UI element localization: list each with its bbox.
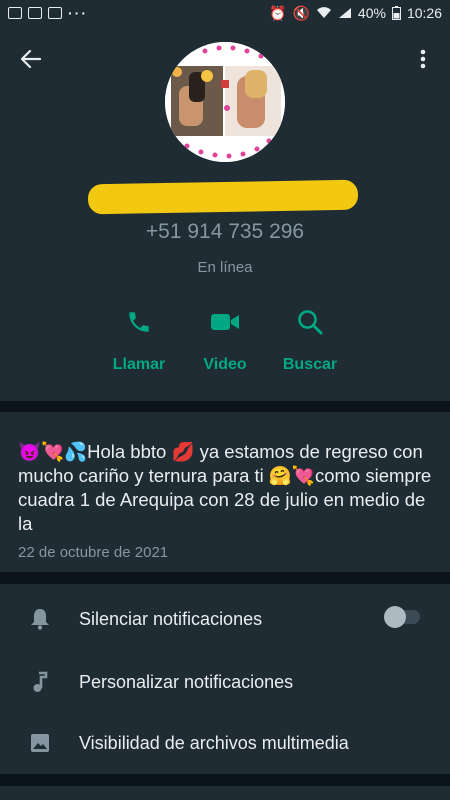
email-notification-icon [48, 7, 62, 19]
mute-notifications-row[interactable]: Silenciar notificaciones [0, 589, 450, 649]
presence-status: En línea [197, 259, 253, 276]
call-label: Llamar [112, 356, 166, 373]
alarm-icon: ⏰ [269, 4, 287, 21]
profile-photo [165, 42, 285, 162]
status-bar: ··· ⏰ 🔇 40% 10:26 [0, 0, 450, 26]
music-note-icon [33, 671, 48, 692]
back-button[interactable] [16, 44, 46, 74]
phone-icon [129, 312, 149, 332]
bell-icon [31, 609, 49, 630]
clock: 10:26 [406, 5, 442, 21]
arrow-left-icon [21, 50, 41, 68]
more-options-button[interactable] [408, 44, 438, 74]
search-icon [298, 310, 323, 335]
contact-header: +51 914 735 296 En línea Llamar Video Bu… [0, 26, 450, 401]
video-call-button[interactable]: Video [180, 306, 270, 374]
notification-settings: Silenciar notificaciones Personalizar no… [0, 584, 450, 774]
media-visibility-row[interactable]: Visibilidad de archivos multimedia [0, 713, 450, 773]
videocam-icon [211, 314, 239, 330]
next-section-edge [0, 786, 450, 800]
contact-phone-number: +51 914 735 296 [145, 220, 305, 243]
search-label: Buscar [282, 356, 338, 373]
toggle-knob [384, 606, 406, 628]
media-visibility-label: Visibilidad de archivos multimedia [79, 732, 349, 753]
image-icon [31, 734, 49, 752]
more-vert-icon [420, 49, 426, 69]
mute-icon: 🔇 [292, 4, 310, 21]
mute-notifications-label: Silenciar notificaciones [79, 608, 263, 629]
custom-notifications-label: Personalizar notificaciones [79, 671, 294, 692]
signal-icon [338, 8, 351, 18]
status-bar-left: ··· [8, 5, 88, 21]
more-notifications-indicator: ··· [68, 5, 88, 21]
redacted-contact-name [87, 179, 359, 215]
video-label: Video [203, 356, 247, 373]
battery-percent: 40% [357, 5, 386, 21]
status-bar-right: ⏰ 🔇 40% 10:26 [269, 5, 442, 22]
contact-avatar[interactable] [165, 42, 285, 162]
call-button[interactable]: Llamar [94, 306, 184, 374]
about-section[interactable]: 😈💘💦Hola bbto 💋 ya estamos de regreso con… [0, 412, 450, 572]
mute-notifications-toggle[interactable] [384, 606, 420, 628]
wifi-icon [316, 7, 331, 19]
gallery-notification-icon [8, 7, 22, 19]
search-button[interactable]: Buscar [265, 306, 355, 374]
about-text: 😈💘💦Hola bbto 💋 ya estamos de regreso con… [18, 441, 432, 534]
about-date: 22 de octubre de 2021 [18, 544, 169, 561]
image-notification-icon [28, 7, 42, 19]
battery-icon [391, 6, 401, 20]
custom-notifications-row[interactable]: Personalizar notificaciones [0, 652, 450, 712]
